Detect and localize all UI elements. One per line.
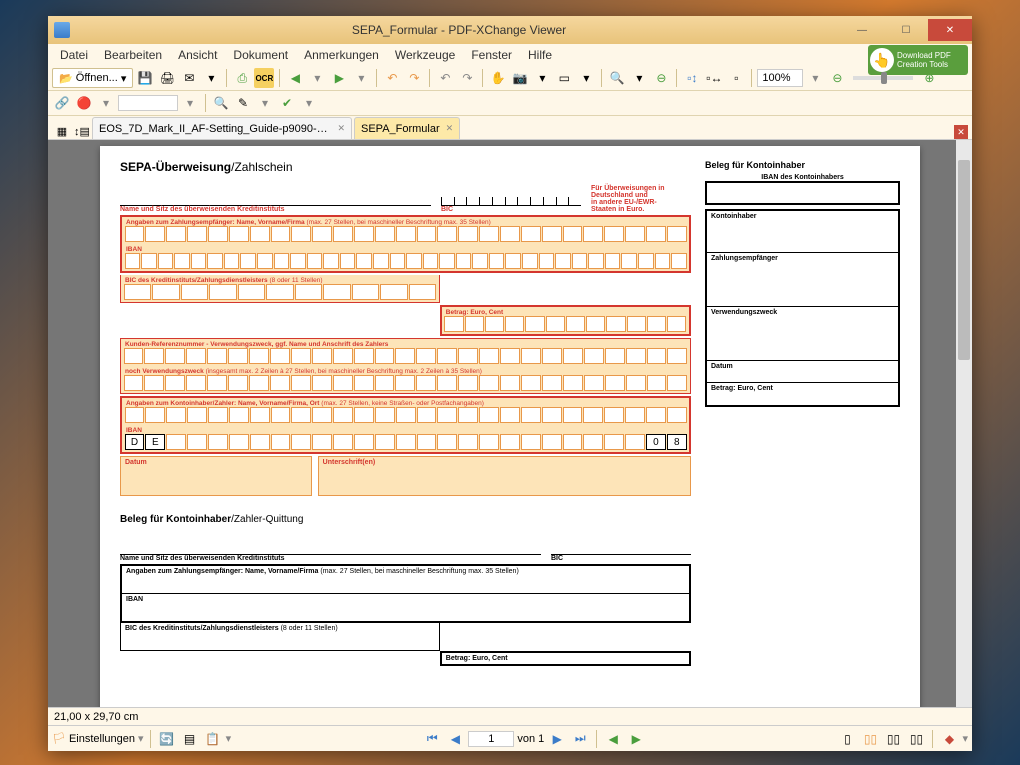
last-page-icon[interactable]: ⏭ bbox=[570, 729, 590, 749]
menu-help[interactable]: Hilfe bbox=[520, 46, 560, 64]
next-page-icon[interactable]: ▶ bbox=[547, 729, 567, 749]
search-input[interactable] bbox=[118, 95, 178, 111]
check-icon[interactable]: ✔ bbox=[277, 93, 297, 113]
tab-eos-guide[interactable]: EOS_7D_Mark_II_AF-Setting_Guide-p9090-c3… bbox=[92, 117, 352, 139]
tab-close-icon[interactable]: ✕ bbox=[446, 123, 454, 134]
accountholder-box: Angaben zum Kontoinhaber/Zahler: Name, V… bbox=[120, 396, 691, 454]
close-all-tabs-button[interactable]: ✕ bbox=[954, 125, 968, 139]
rotate-cw-icon[interactable]: ↷ bbox=[404, 68, 424, 88]
dropdown-1[interactable]: ▾ bbox=[201, 68, 221, 88]
zoom-level[interactable]: 100% bbox=[757, 69, 803, 87]
menu-tools[interactable]: Werkzeuge bbox=[387, 46, 463, 64]
receipt-payee-box: Angaben zum Zahlungsempfänger: Name, Vor… bbox=[120, 564, 691, 623]
hand-tool-icon[interactable]: ✋ bbox=[488, 68, 508, 88]
toolbar-secondary: 🔗 🔴 ▾ ▾ 🔍 ✎ ▾ ✔ ▾ bbox=[48, 91, 972, 116]
statusbar: 21,00 x 29,70 cm bbox=[48, 707, 972, 725]
email-icon[interactable]: ✉ bbox=[179, 68, 199, 88]
ocr-button[interactable]: OCR bbox=[254, 68, 274, 88]
select-tool-icon[interactable]: ▭ bbox=[554, 68, 574, 88]
titlebar[interactable]: SEPA_Formular - PDF-XChange Viewer — ☐ ✕ bbox=[48, 16, 972, 44]
flag-icon[interactable]: 🏳 bbox=[52, 732, 66, 745]
facing-icon[interactable]: ▯▯ bbox=[883, 729, 903, 749]
menu-edit[interactable]: Bearbeiten bbox=[96, 46, 170, 64]
window-controls: — ☐ ✕ bbox=[840, 19, 972, 41]
signature-row: Datum Unterschrift(en) bbox=[120, 456, 691, 496]
tab-close-icon[interactable]: ✕ bbox=[337, 123, 345, 134]
scan-icon[interactable]: ⎙ bbox=[232, 68, 252, 88]
fit-page-icon[interactable]: ▫↕ bbox=[682, 68, 702, 88]
menubar: Datei Bearbeiten Ansicht Dokument Anmerk… bbox=[48, 44, 972, 66]
refresh-icon[interactable]: 🔄 bbox=[157, 729, 177, 749]
download-icon: 👆 bbox=[870, 48, 894, 72]
nav-back-icon[interactable]: ◀ bbox=[285, 68, 305, 88]
highlight-icon[interactable]: ✎ bbox=[233, 93, 253, 113]
menu-comments[interactable]: Anmerkungen bbox=[296, 46, 387, 64]
toolbar-main: 📂 Öffnen... ▾ 💾 🖨 ✉ ▾ ⎙ OCR ◀ ▾ ▶ ▾ ↶ ↷ … bbox=[48, 66, 972, 91]
receipt-title: Beleg für Kontoinhaber/Zahler-Quittung bbox=[120, 514, 691, 525]
zoom-out2-icon[interactable]: ⊖ bbox=[827, 68, 847, 88]
maximize-button[interactable]: ☐ bbox=[884, 19, 928, 41]
find-prev-icon[interactable]: 🔍 bbox=[211, 93, 231, 113]
print-icon[interactable]: 🖨 bbox=[157, 68, 177, 88]
bookmarks-icon[interactable]: ↕▤ bbox=[74, 123, 90, 139]
save-icon[interactable]: 💾 bbox=[135, 68, 155, 88]
pdf-page: SEPA-Überweisung/Zahlschein Name und Sit… bbox=[100, 146, 920, 707]
zoom-out-icon[interactable]: ⊖ bbox=[651, 68, 671, 88]
app-icon bbox=[54, 22, 70, 38]
zoom-slider[interactable] bbox=[853, 76, 913, 80]
open-button[interactable]: 📂 Öffnen... ▾ bbox=[52, 68, 133, 88]
nav-back2-icon[interactable]: ◀ bbox=[603, 729, 623, 749]
thumbnails-icon[interactable]: ▦ bbox=[54, 123, 70, 139]
amount-box: Betrag: Euro, Cent bbox=[440, 305, 691, 336]
layers-icon[interactable]: ▤ bbox=[180, 729, 200, 749]
rotate-ccw-icon[interactable]: ↶ bbox=[382, 68, 402, 88]
minimize-button[interactable]: — bbox=[840, 19, 884, 41]
inst-field bbox=[120, 188, 431, 206]
continuous-icon[interactable]: ▯▯ bbox=[860, 729, 880, 749]
actual-size-icon[interactable]: ▫ bbox=[726, 68, 746, 88]
settings-button[interactable]: Einstellungen bbox=[69, 733, 135, 745]
first-page-icon[interactable]: ⏮ bbox=[422, 729, 442, 749]
bottombar: 🏳 Einstellungen ▾ 🔄 ▤ 📋 ▾ ⏮ ◀ von 1 ▶ ⏭ … bbox=[48, 725, 972, 751]
prev-page-icon[interactable]: ◀ bbox=[445, 729, 465, 749]
page-total: von 1 bbox=[517, 733, 544, 745]
facing-cont-icon[interactable]: ▯▯ bbox=[906, 729, 926, 749]
fit-width-icon[interactable]: ▫↔ bbox=[704, 68, 724, 88]
bic-field-top bbox=[441, 188, 581, 206]
stamp-icon[interactable]: 🔴 bbox=[74, 93, 94, 113]
menu-view[interactable]: Ansicht bbox=[170, 46, 225, 64]
redo-icon[interactable]: ↷ bbox=[457, 68, 477, 88]
beleg-column: Beleg für Kontoinhaber IBAN des Kontoinh… bbox=[705, 160, 900, 666]
tab-sepa-formular[interactable]: SEPA_Formular ✕ bbox=[354, 117, 460, 139]
download-pdf-tools-button[interactable]: 👆 Download PDFCreation Tools bbox=[868, 45, 968, 75]
nav-fwd2-icon[interactable]: ▶ bbox=[626, 729, 646, 749]
undo-icon[interactable]: ↶ bbox=[435, 68, 455, 88]
menu-document[interactable]: Dokument bbox=[225, 46, 296, 64]
snapshot-icon[interactable]: 📷 bbox=[510, 68, 530, 88]
menu-file[interactable]: Datei bbox=[52, 46, 96, 64]
app-window: SEPA_Formular - PDF-XChange Viewer — ☐ ✕… bbox=[48, 16, 972, 751]
document-tabs: ▦ ↕▤ EOS_7D_Mark_II_AF-Setting_Guide-p90… bbox=[48, 116, 972, 140]
form-title: SEPA-Überweisung/Zahlschein bbox=[120, 160, 431, 174]
reference-box: Kunden-Referenznummer - Verwendungszweck… bbox=[120, 338, 691, 394]
window-title: SEPA_Formular - PDF-XChange Viewer bbox=[78, 23, 840, 37]
pdf-icon[interactable]: ◆ bbox=[939, 729, 959, 749]
page-dimensions: 21,00 x 29,70 cm bbox=[54, 711, 138, 723]
bic-box: BIC des Kreditinstituts/Zahlungsdienstle… bbox=[120, 275, 440, 303]
link-icon[interactable]: 🔗 bbox=[52, 93, 72, 113]
zoom-tool-icon[interactable]: 🔍 bbox=[607, 68, 627, 88]
payee-box: Angaben zum Zahlungsempfänger: Name, Vor… bbox=[120, 215, 691, 273]
single-page-icon[interactable]: ▯ bbox=[837, 729, 857, 749]
comments-icon[interactable]: 📋 bbox=[203, 729, 223, 749]
close-button[interactable]: ✕ bbox=[928, 19, 972, 41]
vertical-scrollbar[interactable] bbox=[956, 140, 972, 707]
menu-window[interactable]: Fenster bbox=[463, 46, 520, 64]
nav-forward-icon[interactable]: ▶ bbox=[329, 68, 349, 88]
document-viewport[interactable]: SEPA-Überweisung/Zahlschein Name und Sit… bbox=[48, 140, 972, 707]
page-number-input[interactable] bbox=[468, 731, 514, 747]
